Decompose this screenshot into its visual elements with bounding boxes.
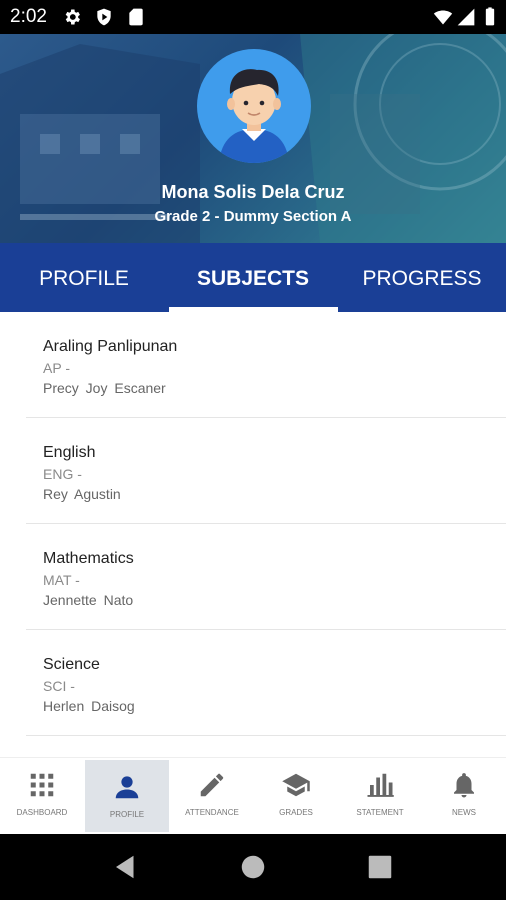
nav-label: STATEMENT [356,808,404,817]
nav-label: DASHBOARD [16,808,68,817]
subject-teacher: Herlen Daisog [43,698,135,714]
nav-dashboard[interactable]: DASHBOARD [0,758,84,835]
nav-statement[interactable]: STATEMENT [338,758,422,835]
subject-name: Science [43,656,100,673]
grid-icon [30,773,54,797]
person-icon [115,776,139,799]
list-item[interactable]: Mathematics MAT - Jennette Nato [26,524,506,630]
subject-teacher: Jennette Nato [43,592,134,608]
wifi-icon [433,10,453,25]
profile-header: Mona Solis Dela Cruz Grade 2 - Dummy Sec… [0,34,506,243]
tab-profile[interactable]: PROFILE [0,243,168,312]
shield-play-icon [97,8,111,26]
cell-signal-icon [457,8,475,26]
nav-label: NEWS [452,808,476,817]
tab-progress[interactable]: PROGRESS [338,243,506,312]
bottom-nav: DASHBOARD PROFILE ATTENDANCE GRADES STAT… [0,757,506,835]
settings-gear-icon [65,9,80,25]
status-bar: 2:02 [0,0,506,34]
subject-code: SCI - [43,678,75,694]
nav-label: ATTENDANCE [185,808,239,817]
subject-name: Araling Panlipunan [43,338,178,355]
bar-chart-icon [367,773,394,797]
nav-grades[interactable]: GRADES [254,758,338,835]
subject-list: Araling Panlipunan AP - Precy Joy Escane… [0,312,506,757]
list-item[interactable]: Araling Panlipunan AP - Precy Joy Escane… [26,312,506,418]
nav-news[interactable]: NEWS [422,758,506,835]
list-item[interactable]: English ENG - Rey Agustin [26,418,506,524]
subject-name: Mathematics [43,550,134,567]
back-icon[interactable] [111,852,141,882]
pencil-icon [200,773,224,797]
recents-icon[interactable] [365,852,395,882]
student-name: Mona Solis Dela Cruz [161,182,345,202]
nav-profile[interactable]: PROFILE [85,760,169,832]
subject-teacher: Rey Agustin [43,486,121,502]
subject-code: MAT - [43,572,80,588]
system-nav-bar [0,834,506,900]
sd-card-icon [129,8,143,26]
tab-bar: PROFILE SUBJECTS PROGRESS [0,243,506,312]
bell-icon [454,773,474,798]
subject-name: English [43,444,96,461]
home-icon[interactable] [238,852,268,882]
battery-icon [485,7,495,26]
avatar [197,49,311,163]
subject-teacher: Precy Joy Escaner [43,380,166,396]
status-time: 2:02 [10,6,47,27]
graduation-cap-icon [282,773,310,797]
nav-label: PROFILE [109,810,145,819]
nav-label: GRADES [279,808,313,817]
list-item[interactable]: Science SCI - Herlen Daisog [26,630,506,736]
student-grade-section: Grade 2 - Dummy Section A [154,208,352,225]
nav-attendance[interactable]: ATTENDANCE [170,758,254,835]
subject-code: AP - [43,360,70,376]
subject-code: ENG - [43,466,82,482]
tab-subjects[interactable]: SUBJECTS [169,243,337,312]
